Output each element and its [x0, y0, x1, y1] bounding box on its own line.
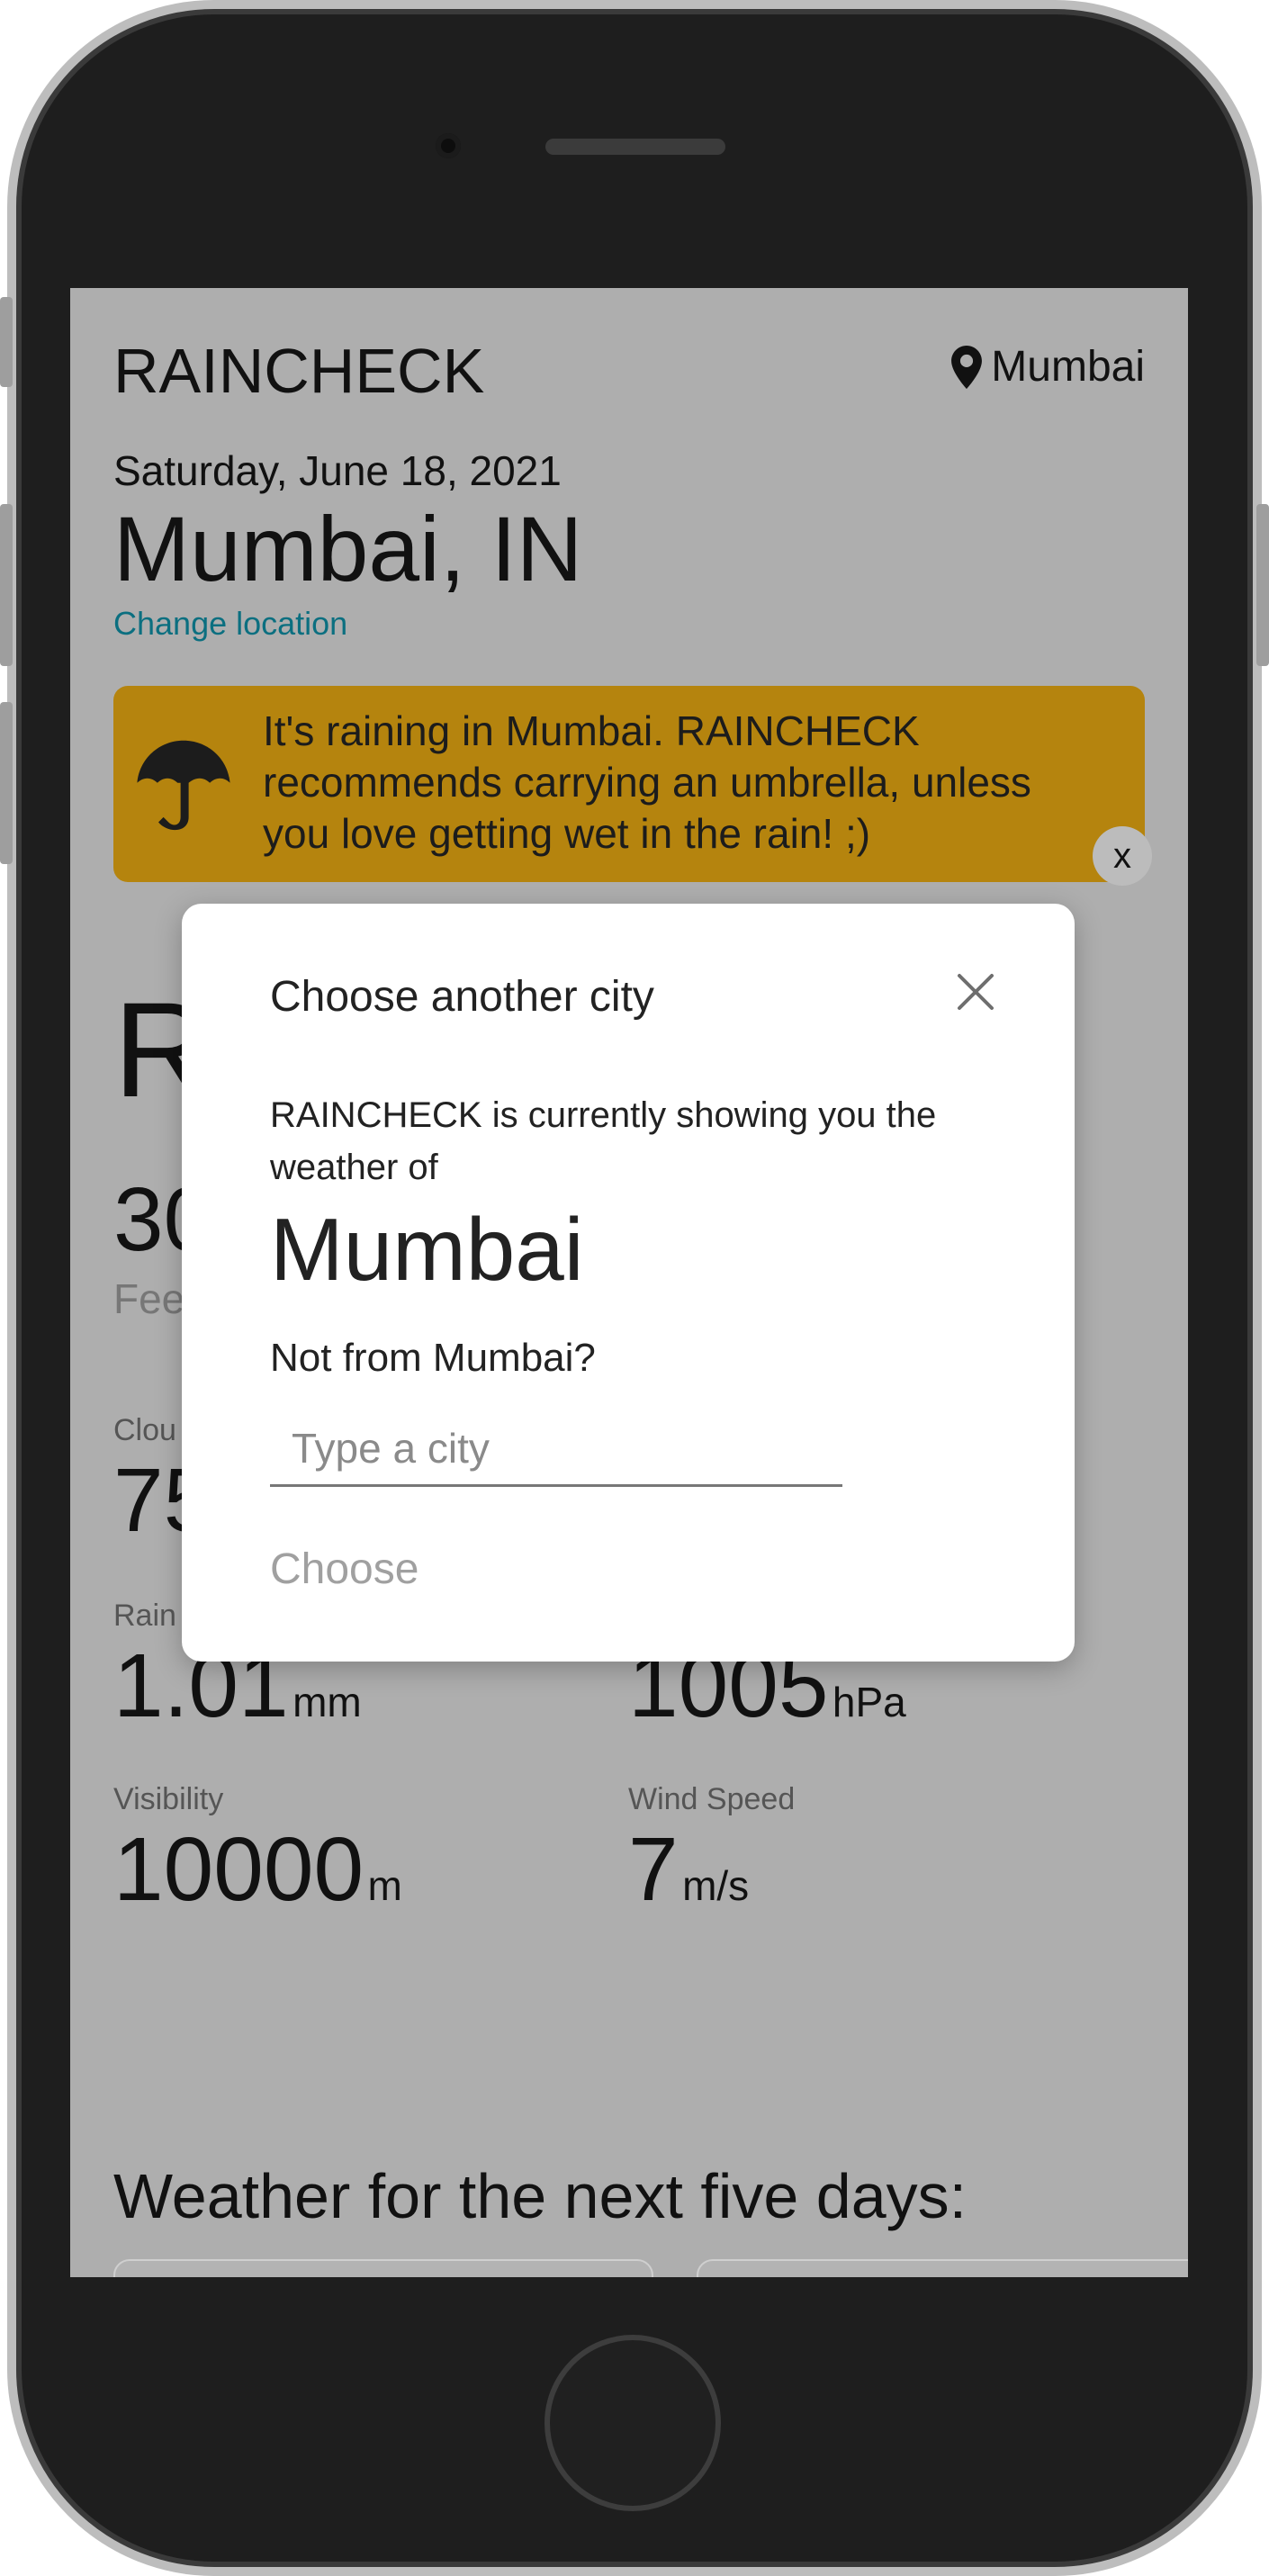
wind-speed-label: Wind Speed — [628, 1782, 796, 1816]
visibility-unit: m — [367, 1862, 402, 1909]
mute-switch — [0, 297, 13, 387]
forecast-card[interactable] — [697, 2259, 1188, 2277]
modal-description: RAINCHECK is currently showing you the w… — [270, 1095, 937, 1187]
front-camera — [436, 133, 461, 158]
visibility-stat: 10000 m — [113, 1818, 402, 1922]
change-location-link[interactable]: Change location — [113, 605, 347, 643]
app-title: RAINCHECK — [113, 336, 485, 406]
power-button — [1256, 504, 1269, 666]
modal-current-city: Mumbai — [270, 1200, 584, 1299]
not-from-label: Not from Mumbai? — [270, 1336, 596, 1380]
current-date: Saturday, June 18, 2021 — [113, 447, 562, 494]
home-button[interactable] — [544, 2335, 721, 2511]
wind-speed-value: 7 — [628, 1819, 679, 1920]
modal-title: Choose another city — [270, 973, 654, 1021]
choose-city-modal: Choose another city RAINCHECK is current… — [182, 904, 1075, 1662]
wind-speed-unit: m/s — [682, 1862, 750, 1909]
visibility-value: 10000 — [113, 1819, 364, 1920]
app-screen: RAINCHECK Mumbai Saturday, June 18, 2021… — [70, 288, 1188, 2277]
map-pin-icon — [951, 345, 983, 389]
city-search-input[interactable] — [270, 1411, 842, 1487]
wind-speed-stat: 7 m/s — [628, 1818, 749, 1922]
rain-alert-banner: It's raining in Mumbai. RAINCHECK recomm… — [113, 686, 1145, 882]
visibility-label: Visibility — [113, 1782, 224, 1816]
volume-down-button — [0, 702, 13, 864]
pressure-unit: hPa — [832, 1679, 906, 1725]
rain-unit: mm — [292, 1679, 362, 1725]
dismiss-alert-button[interactable]: x — [1093, 826, 1152, 886]
location-label: Mumbai — [991, 343, 1145, 391]
forecast-title: Weather for the next five days: — [113, 2161, 968, 2231]
volume-up-button — [0, 504, 13, 666]
close-icon[interactable] — [956, 972, 995, 1012]
choose-button[interactable]: Choose — [270, 1545, 418, 1594]
rain-label: Rain — [113, 1599, 176, 1633]
rain-alert-text: It's raining in Mumbai. RAINCHECK recomm… — [263, 707, 1031, 857]
current-city: Mumbai, IN — [113, 498, 583, 600]
umbrella-icon — [137, 740, 230, 831]
forecast-card[interactable] — [113, 2259, 653, 2277]
cloudiness-label: Clou — [113, 1413, 176, 1447]
earpiece-speaker — [545, 139, 725, 155]
location-indicator[interactable]: Mumbai — [951, 342, 1145, 392]
feels-like-label: Fee — [113, 1275, 185, 1322]
